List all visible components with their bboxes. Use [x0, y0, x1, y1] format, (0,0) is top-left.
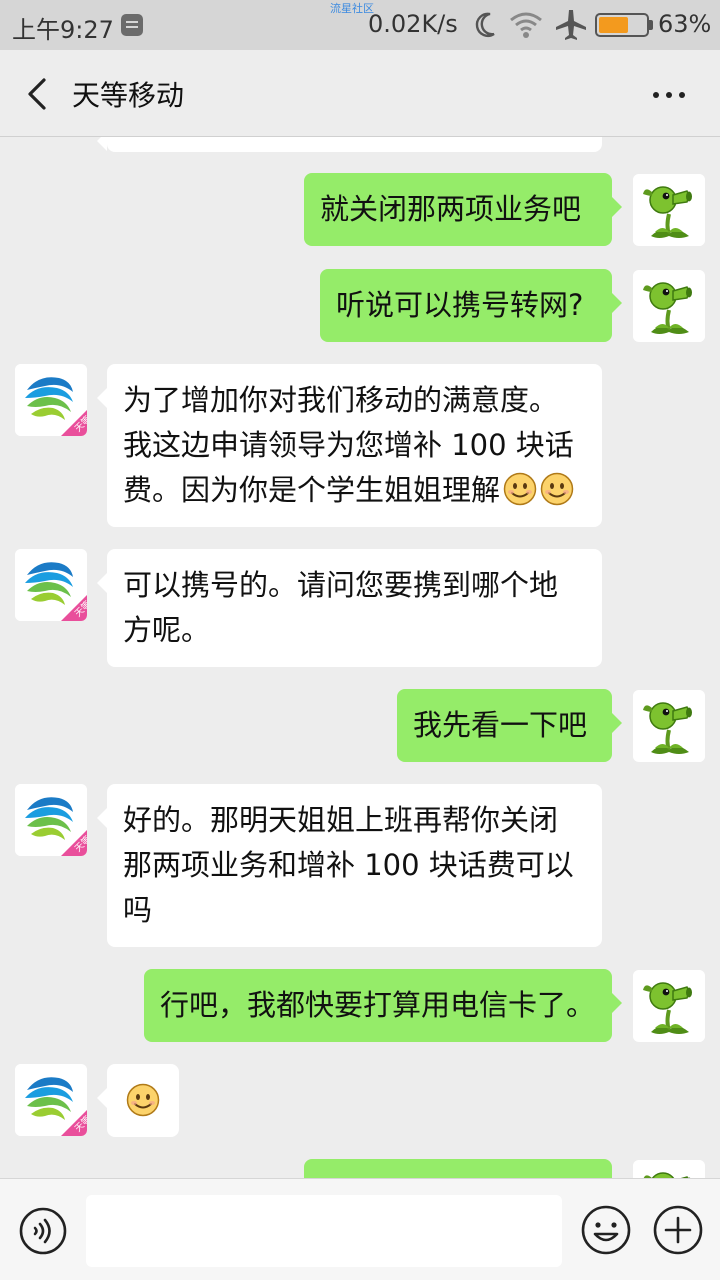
message-line: 我这边申请领导为您增补 100 块话	[123, 428, 574, 462]
message-bubble-in[interactable]: 为了增加你对我们移动的满意度。 我这边申请领导为您增补 100 块话 费。因为你…	[97, 364, 602, 527]
plus-icon[interactable]	[652, 1204, 704, 1256]
input-bar	[0, 1178, 720, 1280]
chat-title: 天等移动	[72, 79, 185, 112]
message-text: 行吧，我都快要打算用电信卡了。	[160, 988, 596, 1022]
message-line: 费。因为你是个学生姐姐理解	[123, 473, 501, 507]
message-bubble-out[interactable]: 行吧，我都快要打算用电信卡了。	[144, 969, 622, 1042]
voice-icon[interactable]	[18, 1206, 68, 1256]
china-mobile-avatar[interactable]	[15, 784, 87, 856]
message-bubble-in[interactable]	[97, 1064, 179, 1137]
message-bubble-in[interactable]: 好的。那明天姐姐上班再帮你关闭 那两项业务和增补 100 块话费可以 吗	[97, 784, 602, 947]
message-text: 我先看一下吧	[413, 708, 588, 742]
network-speed: 0.02K/s	[368, 10, 458, 38]
message-bubble-out[interactable]: 我先看一下吧	[397, 689, 622, 762]
more-dots-icon[interactable]	[644, 80, 694, 110]
message-line: 可以携号的。请问您要携到哪个地	[123, 568, 559, 602]
airplane-icon	[556, 10, 586, 40]
message-line: 好的。那明天姐姐上班再帮你关闭	[123, 803, 559, 837]
message-text: 就关闭那两项业务吧	[320, 192, 582, 226]
peashooter-avatar[interactable]	[633, 970, 705, 1042]
battery-tip	[649, 20, 653, 30]
smile-emoji-icon	[503, 472, 537, 506]
wifi-icon	[510, 12, 542, 38]
china-mobile-avatar[interactable]	[15, 549, 87, 621]
smile-emoji-icon	[540, 472, 574, 506]
peashooter-avatar[interactable]	[633, 690, 705, 762]
message-bubble-partial	[304, 1159, 612, 1178]
smile-emoji-icon	[126, 1083, 160, 1117]
message-line-with-emoji: 费。因为你是个学生姐姐理解	[123, 468, 586, 513]
status-bar: 上午9:27 流星社区 0.02K/s 63%	[0, 0, 720, 50]
message-bubble-partial	[97, 137, 602, 152]
peashooter-avatar[interactable]	[633, 174, 705, 246]
message-list[interactable]: 就关闭那两项业务吧 听说可以携号转网? 为了增加你对我们移动的满意度。 我这边申…	[0, 137, 720, 1178]
battery-icon	[595, 13, 649, 37]
chat-header: 天等移动	[0, 50, 720, 137]
battery-level-fill	[599, 17, 628, 33]
emoji-icon[interactable]	[580, 1204, 632, 1256]
message-line: 吗	[123, 893, 153, 927]
peashooter-avatar[interactable]	[633, 270, 705, 342]
message-bubble-out[interactable]: 听说可以携号转网?	[320, 269, 622, 342]
back-button[interactable]	[16, 72, 60, 116]
message-line: 那两项业务和增补 100 块话费可以	[123, 848, 574, 882]
notification-icon	[121, 14, 143, 36]
message-line: 方呢。	[123, 613, 211, 647]
message-bubble-in[interactable]: 可以携号的。请问您要携到哪个地 方呢。	[97, 549, 602, 667]
china-mobile-avatar[interactable]	[15, 364, 87, 436]
message-bubble-out[interactable]: 就关闭那两项业务吧	[304, 173, 622, 246]
message-input[interactable]	[86, 1195, 562, 1267]
moon-icon	[475, 12, 495, 37]
message-text: 听说可以携号转网?	[336, 288, 584, 322]
china-mobile-avatar[interactable]	[15, 1064, 87, 1136]
message-line: 为了增加你对我们移动的满意度。	[123, 383, 559, 417]
peashooter-avatar[interactable]	[633, 1160, 705, 1178]
battery-percent: 63%	[658, 10, 712, 38]
status-time: 上午9:27	[12, 16, 114, 44]
